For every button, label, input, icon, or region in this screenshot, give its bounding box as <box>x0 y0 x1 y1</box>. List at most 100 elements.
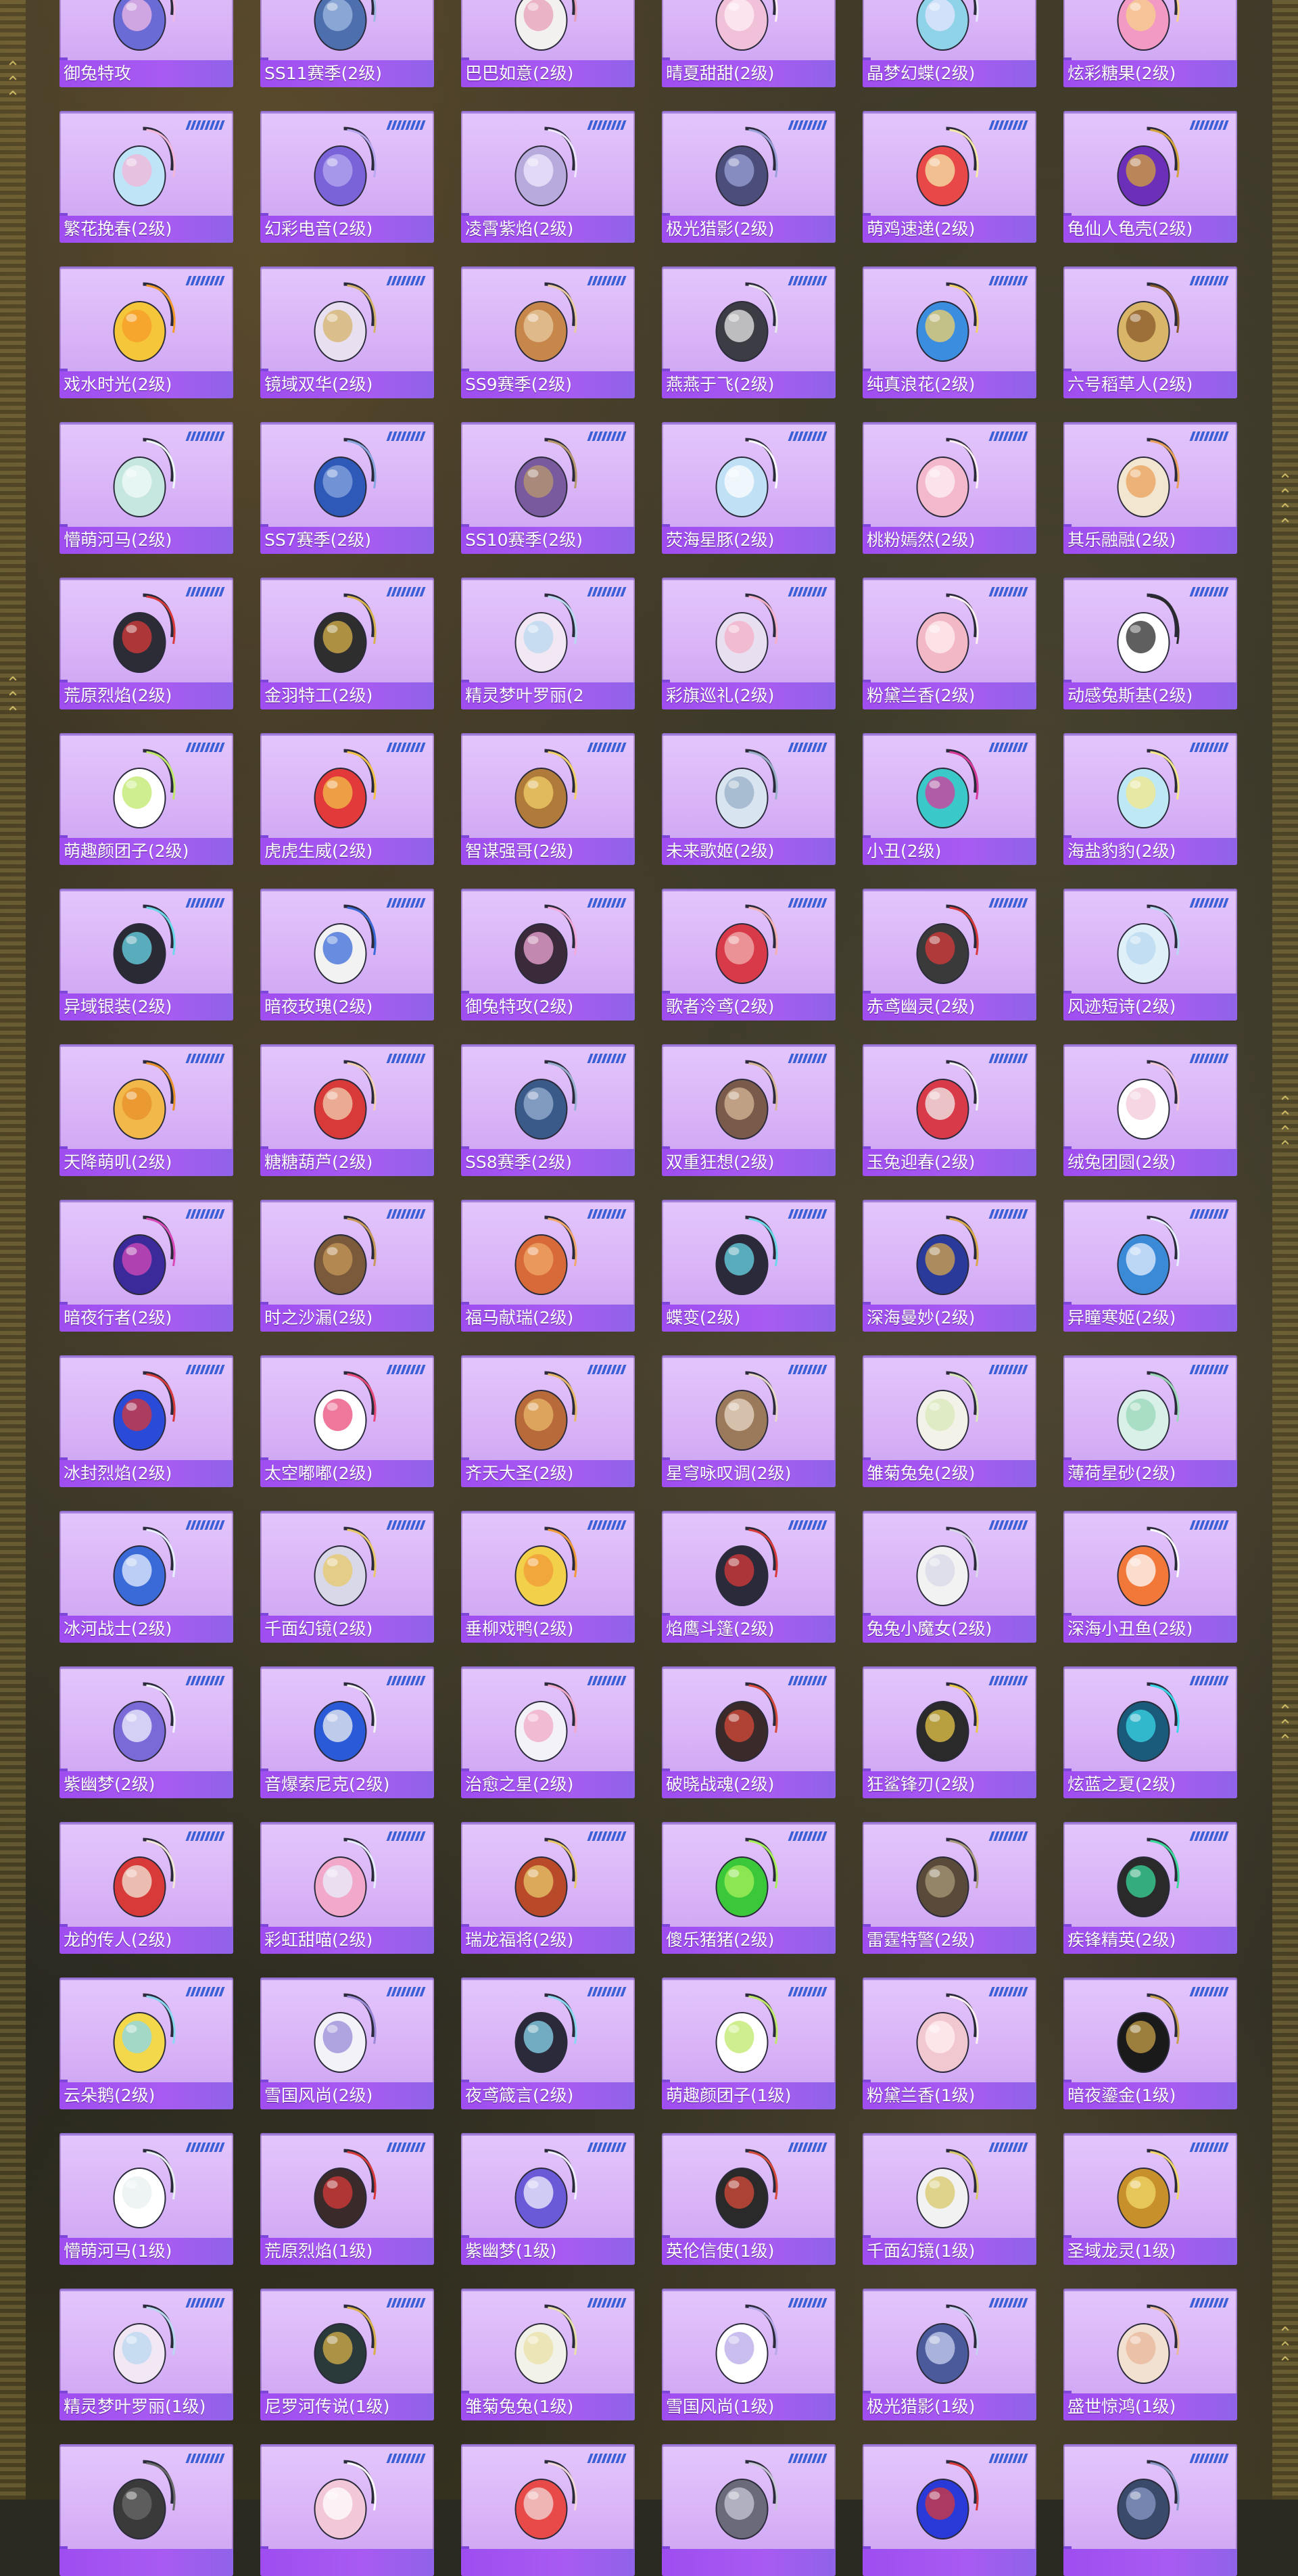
backpack-item-card[interactable]: 懵萌河马(2级) <box>59 422 233 554</box>
backpack-item-card[interactable]: 千面幻镜(2级) <box>260 1511 434 1643</box>
backpack-item-card[interactable]: 深海曼妙(2级) <box>863 1200 1036 1332</box>
backpack-item-card[interactable]: 戏水时光(2级) <box>59 266 233 398</box>
backpack-item-card[interactable]: 英伦信使(1级) <box>662 2133 836 2265</box>
backpack-item-card[interactable]: 天降萌叽(2级) <box>59 1044 233 1176</box>
backpack-item-card[interactable]: 蝶变(2级) <box>662 1200 836 1332</box>
backpack-item-card[interactable]: 荒原烈焰(2级) <box>59 578 233 709</box>
backpack-item-card[interactable]: 荒原烈焰(1级) <box>260 2133 434 2265</box>
backpack-item-card[interactable]: 治愈之星(2级) <box>461 1666 635 1798</box>
backpack-item-card[interactable]: 暗夜鎏金(1级) <box>1063 1977 1237 2109</box>
backpack-item-card[interactable]: 萌趣颜团子(1级) <box>662 1977 836 2109</box>
backpack-item-card[interactable]: 龙的传人(2级) <box>59 1822 233 1954</box>
backpack-item-card[interactable]: 镜域双华(2级) <box>260 266 434 398</box>
backpack-item-card[interactable]: 狂鲨锋刃(2级) <box>863 1666 1036 1798</box>
backpack-item-card[interactable]: 晴夏甜甜(2级) <box>662 0 836 87</box>
backpack-item-card[interactable]: 御兔特攻 <box>59 0 233 87</box>
backpack-item-card[interactable]: 雪国风尚(2级) <box>260 1977 434 2109</box>
backpack-item-card[interactable]: 糖糖葫芦(2级) <box>260 1044 434 1176</box>
backpack-item-card[interactable]: 歌者泠鸢(2级) <box>662 889 836 1021</box>
backpack-item-card[interactable]: 风迹短诗(2级) <box>1063 889 1237 1021</box>
backpack-item-card[interactable]: 炫蓝之夏(2级) <box>1063 1666 1237 1798</box>
backpack-item-card[interactable]: 雷霆特警(2级) <box>863 1822 1036 1954</box>
backpack-item-card[interactable]: SS8赛季(2级) <box>461 1044 635 1176</box>
backpack-item-card[interactable] <box>662 2444 836 2576</box>
backpack-item-card[interactable]: 兔兔小魔女(2级) <box>863 1511 1036 1643</box>
backpack-item-card[interactable]: 极光猎影(1级) <box>863 2289 1036 2420</box>
backpack-item-card[interactable]: SS9赛季(2级) <box>461 266 635 398</box>
backpack-item-card[interactable]: 炫彩糖果(2级) <box>1063 0 1237 87</box>
backpack-item-card[interactable]: 破晓战魂(2级) <box>662 1666 836 1798</box>
backpack-item-card[interactable]: 雏菊兔兔(2级) <box>863 1355 1036 1487</box>
backpack-item-card[interactable] <box>59 2444 233 2576</box>
backpack-item-card[interactable]: 云朵鹅(2级) <box>59 1977 233 2109</box>
backpack-item-card[interactable] <box>1063 2444 1237 2576</box>
backpack-item-card[interactable]: 雪国风尚(1级) <box>662 2289 836 2420</box>
backpack-item-card[interactable]: 齐天大圣(2级) <box>461 1355 635 1487</box>
backpack-item-card[interactable]: 深海小丑鱼(2级) <box>1063 1511 1237 1643</box>
backpack-item-card[interactable]: 星穹咏叹调(2级) <box>662 1355 836 1487</box>
backpack-item-card[interactable]: 智谋强哥(2级) <box>461 733 635 865</box>
backpack-item-card[interactable]: 垂柳戏鸭(2级) <box>461 1511 635 1643</box>
backpack-item-card[interactable]: 夜鸢箴言(2级) <box>461 1977 635 2109</box>
backpack-item-card[interactable]: 暗夜行者(2级) <box>59 1200 233 1332</box>
backpack-item-card[interactable]: 海盐豹豹(2级) <box>1063 733 1237 865</box>
backpack-item-card[interactable]: SS11赛季(2级) <box>260 0 434 87</box>
backpack-item-card[interactable]: 桃粉嫣然(2级) <box>863 422 1036 554</box>
backpack-item-card[interactable]: 傻乐猪猪(2级) <box>662 1822 836 1954</box>
backpack-item-card[interactable]: 金羽特工(2级) <box>260 578 434 709</box>
backpack-item-card[interactable]: 极光猎影(2级) <box>662 111 836 243</box>
backpack-item-card[interactable]: 其乐融融(2级) <box>1063 422 1237 554</box>
backpack-item-card[interactable]: 紫幽梦(2级) <box>59 1666 233 1798</box>
backpack-item-card[interactable]: 瑞龙福将(2级) <box>461 1822 635 1954</box>
backpack-item-card[interactable]: 音爆索尼克(2级) <box>260 1666 434 1798</box>
backpack-item-card[interactable]: 萌趣颜团子(2级) <box>59 733 233 865</box>
backpack-item-card[interactable]: 小丑(2级) <box>863 733 1036 865</box>
backpack-item-card[interactable]: 彩旗巡礼(2级) <box>662 578 836 709</box>
backpack-item-card[interactable]: 异瞳寒姬(2级) <box>1063 1200 1237 1332</box>
backpack-item-card[interactable]: 暗夜玫瑰(2级) <box>260 889 434 1021</box>
backpack-item-card[interactable]: 凌霄紫焰(2级) <box>461 111 635 243</box>
backpack-item-card[interactable]: 巴巴如意(2级) <box>461 0 635 87</box>
backpack-item-card[interactable]: 荧海星豚(2级) <box>662 422 836 554</box>
backpack-item-card[interactable]: 繁花挽春(2级) <box>59 111 233 243</box>
backpack-item-card[interactable]: 萌鸡速递(2级) <box>863 111 1036 243</box>
backpack-item-card[interactable]: SS7赛季(2级) <box>260 422 434 554</box>
backpack-item-card[interactable]: 尼罗河传说(1级) <box>260 2289 434 2420</box>
backpack-item-card[interactable]: SS10赛季(2级) <box>461 422 635 554</box>
backpack-item-card[interactable]: 时之沙漏(2级) <box>260 1200 434 1332</box>
backpack-item-card[interactable]: 御兔特攻(2级) <box>461 889 635 1021</box>
backpack-item-card[interactable] <box>863 2444 1036 2576</box>
backpack-item-card[interactable]: 冰封烈焰(2级) <box>59 1355 233 1487</box>
backpack-item-card[interactable]: 彩虹甜喵(2级) <box>260 1822 434 1954</box>
backpack-item-card[interactable]: 千面幻镜(1级) <box>863 2133 1036 2265</box>
backpack-item-card[interactable]: 晶梦幻蝶(2级) <box>863 0 1036 87</box>
backpack-item-card[interactable]: 盛世惊鸿(1级) <box>1063 2289 1237 2420</box>
backpack-item-card[interactable]: 疾锋精英(2级) <box>1063 1822 1237 1954</box>
backpack-item-card[interactable]: 纯真浪花(2级) <box>863 266 1036 398</box>
backpack-item-card[interactable]: 幻彩电音(2级) <box>260 111 434 243</box>
backpack-item-card[interactable]: 太空嘟嘟(2级) <box>260 1355 434 1487</box>
backpack-item-card[interactable]: 焰鹰斗篷(2级) <box>662 1511 836 1643</box>
backpack-item-card[interactable]: 紫幽梦(1级) <box>461 2133 635 2265</box>
backpack-item-card[interactable]: 薄荷星砂(2级) <box>1063 1355 1237 1487</box>
backpack-item-card[interactable]: 异域银装(2级) <box>59 889 233 1021</box>
backpack-item-card[interactable] <box>260 2444 434 2576</box>
backpack-item-card[interactable]: 粉黛兰香(2级) <box>863 578 1036 709</box>
backpack-item-card[interactable]: 雏菊兔兔(1级) <box>461 2289 635 2420</box>
backpack-item-card[interactable]: 精灵梦叶罗丽(1级) <box>59 2289 233 2420</box>
backpack-item-card[interactable]: 动感兔斯基(2级) <box>1063 578 1237 709</box>
backpack-item-card[interactable]: 圣域龙灵(1级) <box>1063 2133 1237 2265</box>
backpack-item-card[interactable]: 冰河战士(2级) <box>59 1511 233 1643</box>
backpack-item-card[interactable]: 粉黛兰香(1级) <box>863 1977 1036 2109</box>
backpack-item-card[interactable]: 虎虎生威(2级) <box>260 733 434 865</box>
backpack-item-card[interactable]: 福马献瑞(2级) <box>461 1200 635 1332</box>
backpack-item-card[interactable]: 绒兔团圆(2级) <box>1063 1044 1237 1176</box>
backpack-item-card[interactable]: 未来歌姬(2级) <box>662 733 836 865</box>
backpack-item-card[interactable]: 龟仙人龟壳(2级) <box>1063 111 1237 243</box>
backpack-item-card[interactable] <box>461 2444 635 2576</box>
backpack-item-card[interactable]: 六号稻草人(2级) <box>1063 266 1237 398</box>
backpack-item-card[interactable]: 精灵梦叶罗丽(2 <box>461 578 635 709</box>
backpack-item-card[interactable]: 玉兔迎春(2级) <box>863 1044 1036 1176</box>
backpack-item-card[interactable]: 双重狂想(2级) <box>662 1044 836 1176</box>
backpack-item-card[interactable]: 赤鸢幽灵(2级) <box>863 889 1036 1021</box>
